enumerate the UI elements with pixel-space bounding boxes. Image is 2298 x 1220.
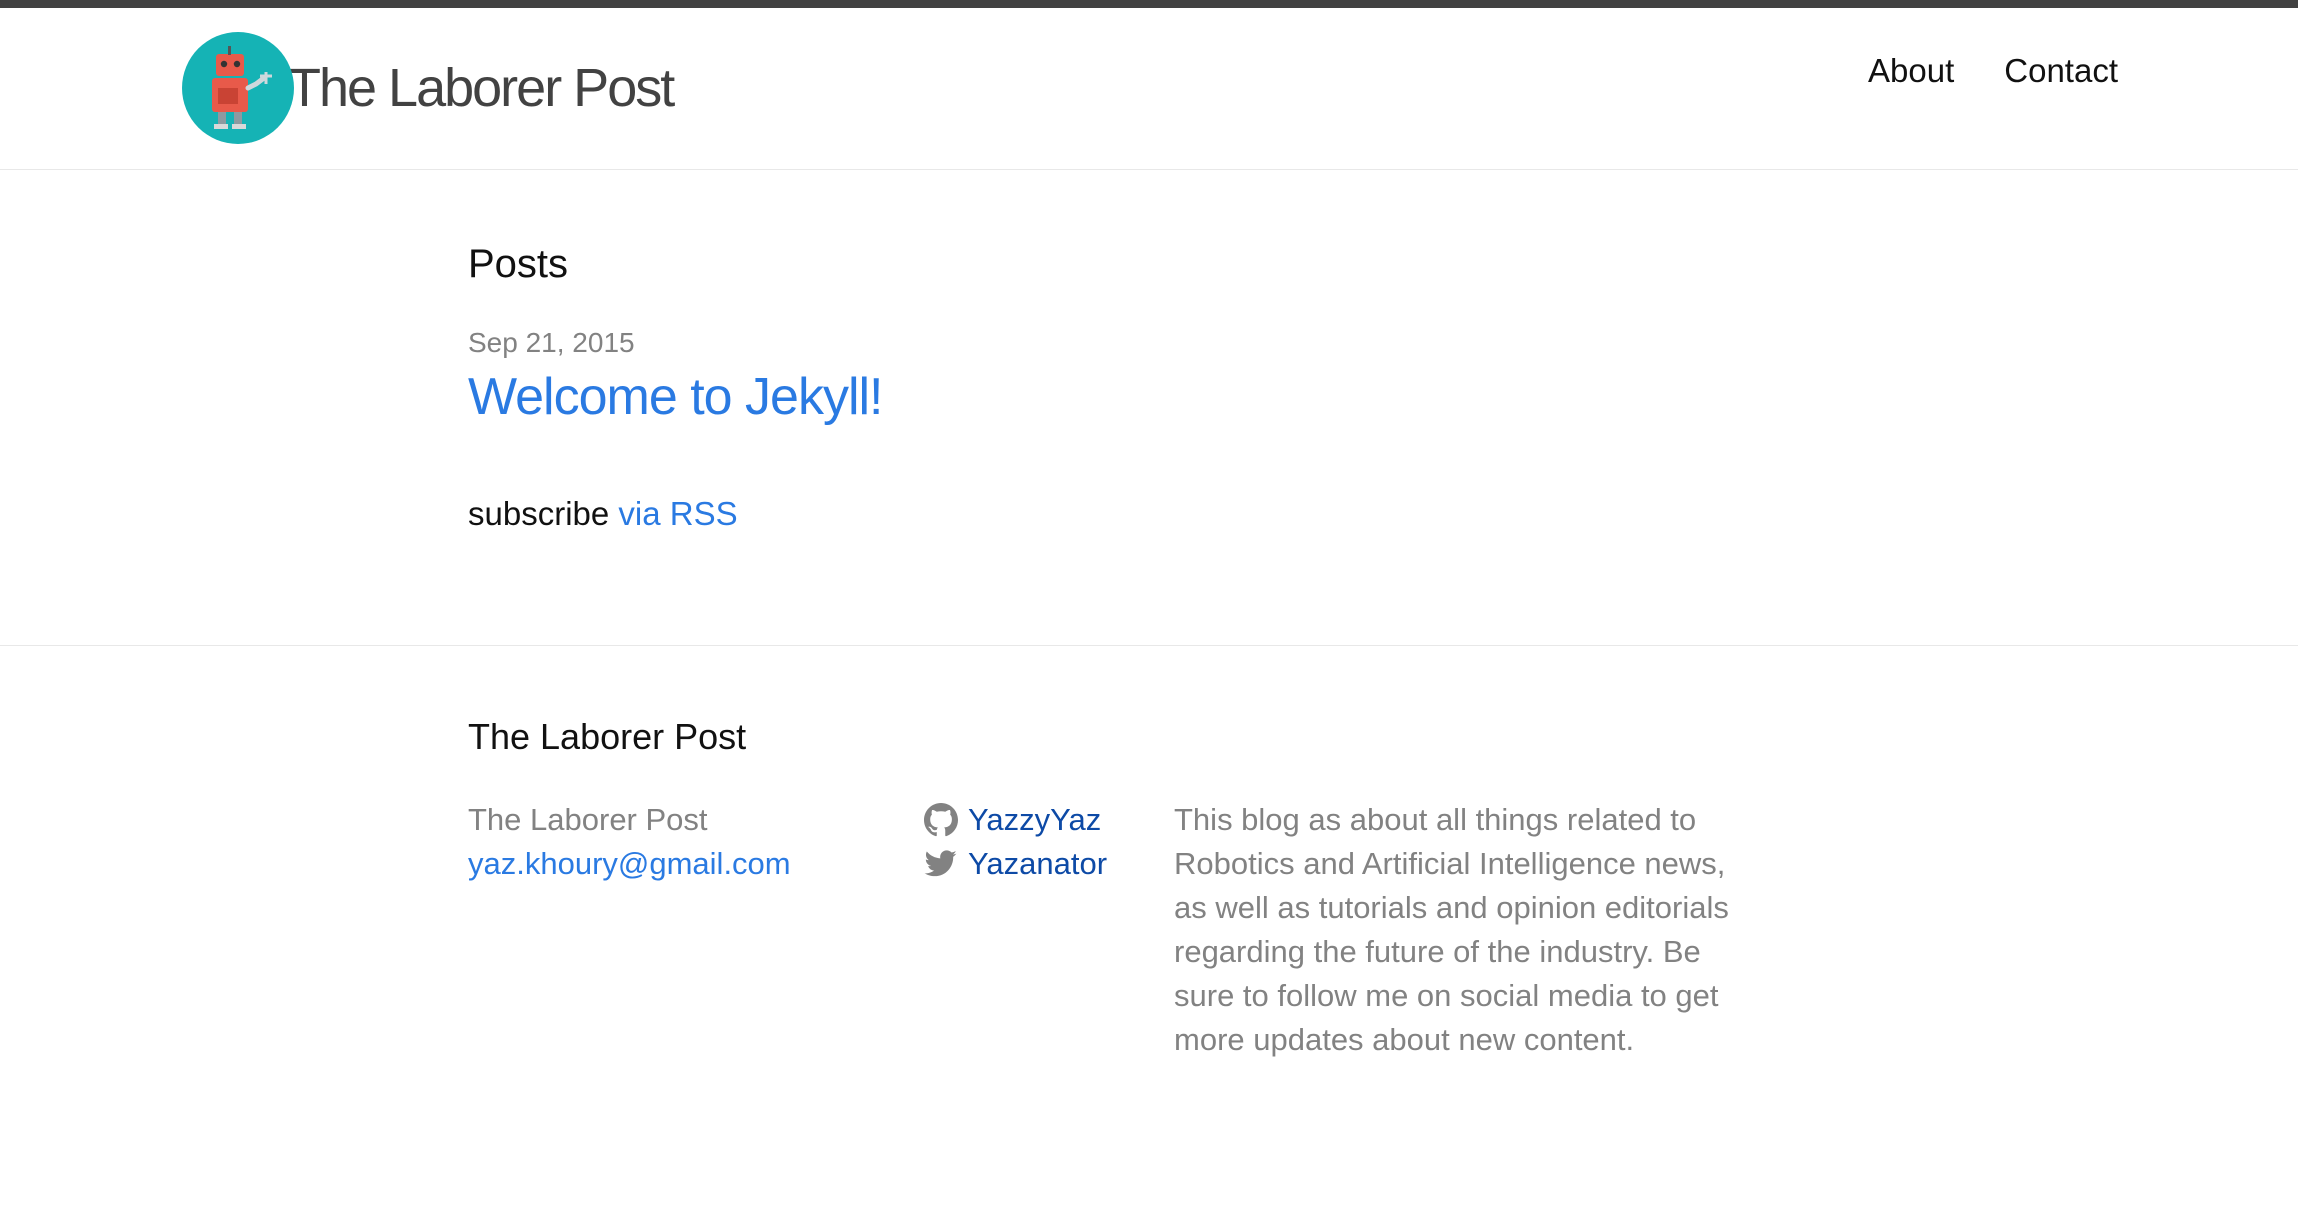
- post-list: Sep 21, 2015 Welcome to Jekyll!: [468, 327, 884, 427]
- page-heading: Posts: [468, 242, 569, 286]
- nav-about-link[interactable]: About: [1868, 52, 1954, 90]
- post-title-link[interactable]: Welcome to Jekyll!: [468, 367, 884, 427]
- site-title-link[interactable]: The Laborer Post: [288, 57, 675, 119]
- rss-prefix-text: subscribe: [468, 495, 610, 532]
- footer-columns: The Laborer Post yaz.khoury@gmail.com Ya…: [468, 798, 1768, 1062]
- site-brand[interactable]: The Laborer Post: [182, 32, 675, 144]
- site-nav: About Contact: [1868, 52, 2118, 90]
- twitter-icon[interactable]: [924, 847, 958, 881]
- rss-subscribe: subscribe via RSS: [468, 495, 883, 533]
- footer-heading: The Laborer Post: [468, 716, 747, 757]
- site-header: The Laborer Post About Contact: [0, 8, 2298, 170]
- footer-contact-column: The Laborer Post yaz.khoury@gmail.com: [468, 798, 924, 1062]
- post-list-item: Sep 21, 2015 Welcome to Jekyll!: [468, 327, 884, 427]
- footer-social-column: YazzyYaz Yazanator: [924, 798, 1174, 1062]
- robot-logo-icon[interactable]: [182, 32, 294, 144]
- nav-contact-link[interactable]: Contact: [2004, 52, 2118, 90]
- rss-link[interactable]: via RSS: [618, 495, 737, 532]
- top-accent-bar: [0, 0, 2298, 8]
- post-date: Sep 21, 2015: [468, 327, 635, 358]
- github-username-link[interactable]: YazzyYaz: [968, 798, 1101, 842]
- github-row: YazzyYaz: [924, 798, 1174, 842]
- footer-wrapper: The Laborer Post The Laborer Post yaz.kh…: [468, 716, 1768, 1062]
- posts-section: Posts Sep 21, 2015 Welcome to Jekyll! su…: [468, 242, 884, 533]
- twitter-username-link[interactable]: Yazanator: [968, 842, 1107, 886]
- twitter-row: Yazanator: [924, 842, 1174, 886]
- footer-site-name: The Laborer Post: [468, 802, 708, 837]
- github-icon[interactable]: [924, 803, 958, 837]
- site-footer: The Laborer Post The Laborer Post yaz.kh…: [0, 646, 2298, 1219]
- page-content: Posts Sep 21, 2015 Welcome to Jekyll! su…: [0, 170, 2298, 646]
- footer-email-link[interactable]: yaz.khoury@gmail.com: [468, 842, 924, 886]
- footer-description: This blog as about all things related to…: [1174, 802, 1729, 1057]
